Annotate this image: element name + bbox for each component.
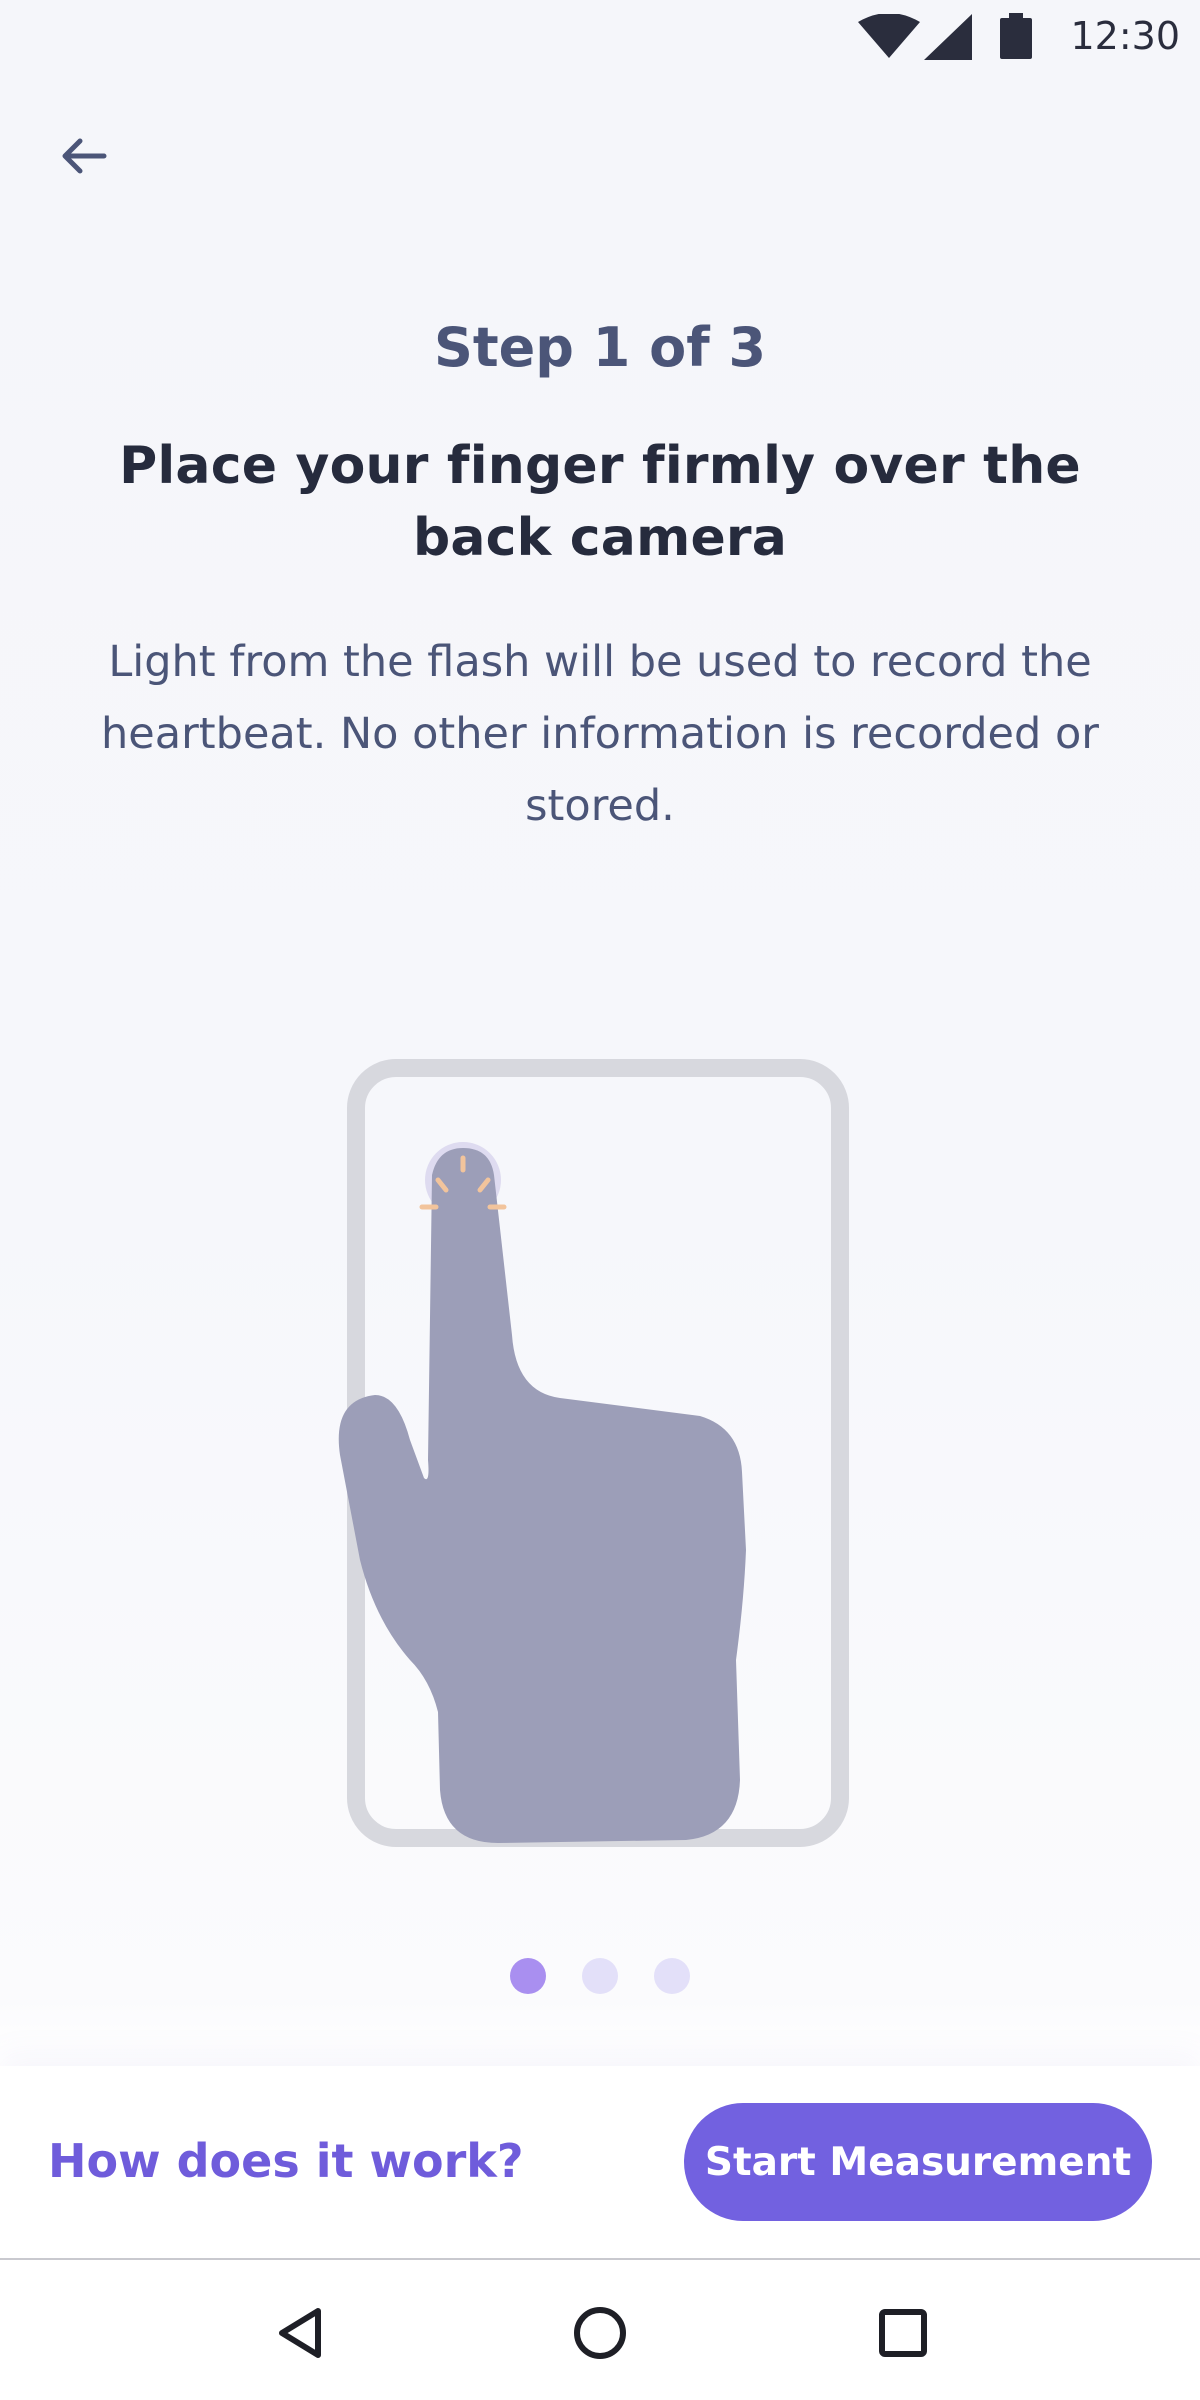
status-bar: 12:30	[0, 0, 1200, 72]
nav-home-button[interactable]	[555, 2288, 645, 2378]
wifi-icon	[858, 14, 920, 58]
hand-shape	[338, 1148, 746, 1843]
nav-home-icon	[574, 2307, 626, 2359]
arrow-left-icon	[62, 138, 107, 174]
page-indicator	[0, 1958, 1200, 1994]
system-navigation-bar	[0, 2258, 1200, 2400]
page-dot-1	[510, 1958, 546, 1994]
page-title: Place your finger firmly over the back c…	[119, 436, 1081, 568]
page-dot-2	[582, 1958, 618, 1994]
status-time: 12:30	[1070, 14, 1180, 58]
finger-on-phone-camera-illustration	[338, 1059, 849, 1847]
instruction-description: Light from the flash will be used to rec…	[101, 637, 1099, 831]
cell-signal-icon	[924, 14, 972, 60]
nav-back-button[interactable]	[255, 2288, 345, 2378]
step-indicator: Step 1 of 3	[433, 316, 767, 379]
how-does-it-work-link[interactable]: How does it work?	[48, 2130, 524, 2192]
screen: 12:30 Step 1 of 3 Place your finger firm…	[0, 0, 1200, 2400]
nav-recent-apps-button[interactable]	[858, 2288, 948, 2378]
battery-icon	[1000, 13, 1032, 59]
page-dot-3	[654, 1958, 690, 1994]
back-button[interactable]	[44, 120, 124, 192]
nav-recent-apps-icon	[879, 2309, 927, 2357]
nav-back-icon	[279, 2308, 321, 2358]
bottom-action-bar: How does it work? Start Measurement	[0, 2066, 1200, 2258]
start-measurement-button[interactable]: Start Measurement	[684, 2103, 1152, 2221]
